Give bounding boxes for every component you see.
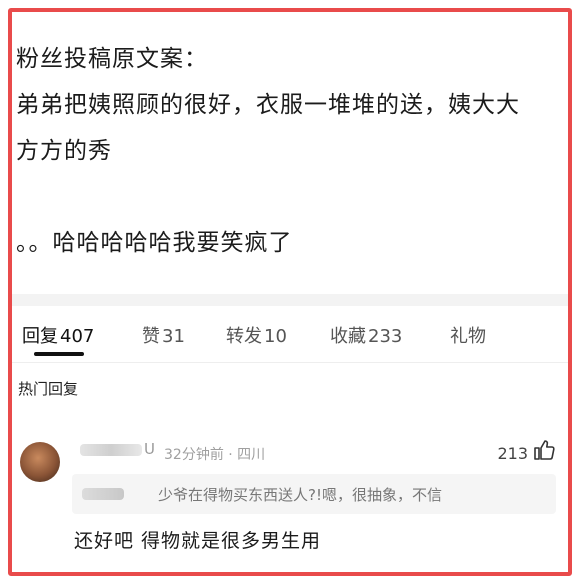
hot-replies-heading: 热门回复 xyxy=(18,380,79,398)
tab-replies[interactable]: 回复 407 xyxy=(22,322,94,348)
quote-username-redaction xyxy=(82,488,124,500)
tab-count: 407 xyxy=(60,326,95,347)
tab-label: 赞 xyxy=(142,326,160,347)
username-redaction xyxy=(80,443,142,456)
post-line: 粉丝投稿原文案： xyxy=(16,46,208,72)
quoted-text: 少爷在得物买东西送人?!嗯，很抽象，不信 xyxy=(158,486,442,504)
like-count: 213 xyxy=(497,444,528,463)
comment-username[interactable]: U xyxy=(80,440,155,458)
interaction-tabs: 回复 407 赞 31 转发 10 收藏 233 礼物 xyxy=(12,306,568,363)
tab-label: 回复 xyxy=(22,326,58,347)
thumbs-up-icon[interactable] xyxy=(532,438,556,462)
tab-count: 31 xyxy=(162,326,185,347)
post-content: 粉丝投稿原文案： 弟弟把姨照顾的很好，衣服一堆堆的送，姨大大 方方的秀 。。哈哈… xyxy=(16,36,556,266)
tab-label: 转发 xyxy=(226,326,262,347)
comment-meta: 32分钟前 · 四川 xyxy=(164,447,266,463)
quoted-comment[interactable]: 少爷在得物买东西送人?!嗯，很抽象，不信 xyxy=(72,474,556,514)
tab-label: 收藏 xyxy=(330,326,366,347)
comment-item: U 32分钟前 · 四川 213 少爷在得物买东西送人?!嗯，很抽象，不信 还好… xyxy=(12,430,568,572)
comment-text: 还好吧 得物就是很多男生用 xyxy=(74,530,322,552)
post-line: 。。哈哈哈哈哈我要笑疯了 xyxy=(16,230,293,256)
post-line: 弟弟把姨照顾的很好，衣服一堆堆的送，姨大大 xyxy=(16,92,520,118)
active-tab-indicator xyxy=(34,352,84,356)
avatar[interactable] xyxy=(20,442,60,482)
section-divider xyxy=(12,294,568,306)
tab-count: 233 xyxy=(368,326,403,347)
tab-reposts[interactable]: 转发 10 xyxy=(226,322,287,348)
tab-favorites[interactable]: 收藏 233 xyxy=(330,322,402,348)
tab-count: 10 xyxy=(264,326,287,347)
post-line: 方方的秀 xyxy=(16,138,112,164)
tab-likes[interactable]: 赞 31 xyxy=(142,322,185,348)
tab-label: 礼物 xyxy=(450,326,486,347)
username-suffix: U xyxy=(144,440,155,458)
highlight-frame: 粉丝投稿原文案： 弟弟把姨照顾的很好，衣服一堆堆的送，姨大大 方方的秀 。。哈哈… xyxy=(8,8,572,576)
tab-gifts[interactable]: 礼物 xyxy=(450,322,486,348)
